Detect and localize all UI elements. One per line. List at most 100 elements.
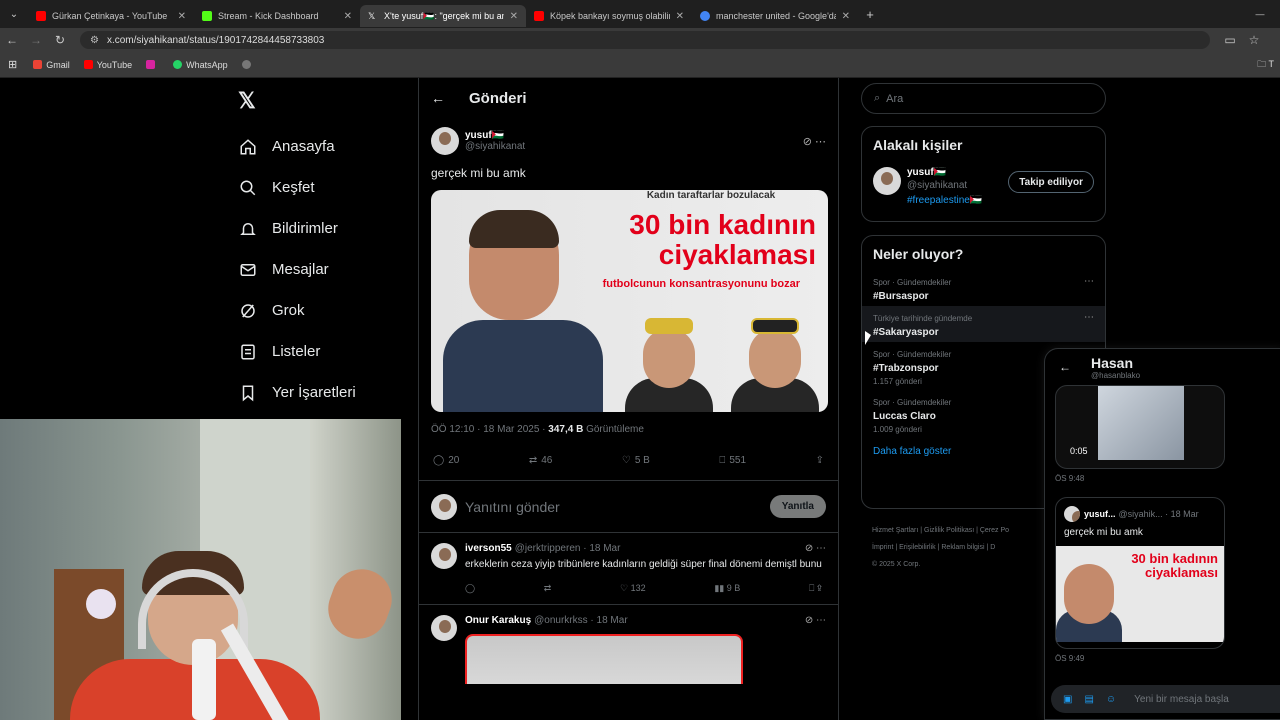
avatar — [1064, 506, 1080, 522]
reload-icon[interactable]: ↻ — [48, 33, 72, 47]
trend-name: #Sakaryaspor — [873, 327, 939, 338]
share-action[interactable]: ⇪ — [816, 455, 824, 480]
following-button[interactable]: Takip ediliyor — [1008, 171, 1094, 193]
gif-icon[interactable]: ▤ — [1084, 694, 1093, 705]
new-tab-button[interactable]: + — [858, 7, 882, 22]
user-handle[interactable]: @onurkrkss · 18 Mar — [534, 615, 628, 626]
dm-video-message[interactable]: 0:05 — [1055, 385, 1225, 469]
more-icon[interactable]: ⋯ — [1084, 312, 1094, 323]
browser-tab[interactable]: Köpek bankayı soymuş olabilir ✕ — [526, 5, 692, 27]
browser-tab-active[interactable]: 𝕏 X'te yusuf🇵🇸: "gerçek mi bu amk ✕ — [360, 5, 526, 27]
post-image[interactable]: Kadın taraftarlar bozulacak 30 bin kadın… — [431, 190, 828, 412]
forward-arrow-icon[interactable]: → — [24, 33, 48, 47]
grok-and-more-icons[interactable]: ⊘ ⋯ — [803, 135, 826, 148]
back-arrow-icon[interactable]: ← — [431, 90, 445, 106]
bookmark-action[interactable]: ⎕ 551 — [719, 455, 746, 480]
apps-grid-icon[interactable]: ⊞ — [8, 58, 17, 71]
emoji-icon[interactable]: ☺ — [1106, 694, 1116, 705]
nav-item-lists[interactable]: Listeler — [238, 331, 356, 372]
reply-action[interactable]: ◯ 20 — [433, 455, 459, 480]
image-icon[interactable]: ▣ — [1063, 694, 1072, 705]
dm-message-input[interactable]: Yeni bir mesaja başla — [1134, 694, 1229, 705]
grok-and-more-icons[interactable]: ⊘ ⋯ — [805, 615, 826, 626]
reply-button[interactable]: Yanıtla — [769, 495, 826, 518]
url-field[interactable]: ⚙ x.com/siyahikanat/status/19017428444587… — [80, 31, 1210, 49]
youtube-favicon-icon — [534, 11, 544, 21]
user-handle[interactable]: @siyahikanat — [465, 141, 525, 152]
tab-title: Gürkan Çetinkaya - YouTube — [52, 11, 168, 21]
reply-text: erkeklerin ceza yiyip tribünlere kadınla… — [465, 559, 822, 570]
video-duration: 0:05 — [1070, 446, 1088, 456]
tab-search-icon[interactable]: ⌄ — [0, 9, 28, 20]
nav-label: Grok — [272, 302, 305, 319]
close-tab-icon[interactable]: ✕ — [344, 11, 352, 22]
bookmark-youtube[interactable]: YouTube — [83, 60, 132, 70]
bookmark-star-icon[interactable]: ☆ — [1242, 33, 1266, 47]
user-bio-hashtag[interactable]: #freepalestine🇵🇸 — [907, 195, 982, 206]
related-user[interactable]: yusuf🇵🇸 @siyahikanat #freepalestine🇵🇸 Ta… — [862, 153, 1105, 214]
nav-label: Keşfet — [272, 179, 315, 196]
reply-post[interactable]: iverson55 @jerktripperen · 18 Mar ⊘ ⋯ erke… — [419, 533, 838, 605]
more-icon[interactable]: ⋯ — [1084, 276, 1094, 287]
back-arrow-icon[interactable]: ← — [1059, 360, 1071, 374]
tab-title: X'te yusuf🇵🇸: "gerçek mi bu amk — [384, 10, 504, 21]
close-tab-icon[interactable]: ✕ — [510, 11, 518, 22]
search-input[interactable]: ⌕ Ara — [861, 83, 1106, 114]
grok-and-more-icons[interactable]: ⊘ ⋯ — [805, 543, 826, 554]
views-action[interactable]: ▮▮ 9 B — [714, 583, 740, 594]
nav-item-home[interactable]: Anasayfa — [238, 126, 356, 167]
user-handle: @siyahik... · 18 Mar — [1118, 509, 1199, 519]
avatar[interactable] — [873, 167, 901, 195]
back-arrow-icon[interactable]: ← — [0, 33, 24, 47]
trend-item[interactable]: Türkiye tarihinde gündemde #Sakaryaspor … — [862, 306, 1105, 342]
bookmark-label: Gmail — [46, 59, 70, 70]
footer-line[interactable]: Hizmet Şartları | Gizlilik Politikası | … — [872, 522, 1047, 539]
nav-item-messages[interactable]: Mesajlar — [238, 249, 356, 290]
reply-media[interactable] — [465, 634, 743, 684]
like-action[interactable]: ♡ 132 — [620, 583, 646, 594]
close-tab-icon[interactable]: ✕ — [842, 11, 850, 22]
reply-input[interactable]: Yanıtını gönder — [465, 499, 770, 515]
cast-icon[interactable]: ▭ — [1218, 33, 1242, 47]
browser-tab[interactable]: manchester united - Google'da ✕ — [692, 5, 858, 27]
nav-item-grok[interactable]: Grok — [238, 290, 356, 331]
post-text: gerçek mi bu amk — [431, 166, 526, 180]
bookmark-globe[interactable] — [241, 60, 255, 69]
x-logo-icon[interactable]: 𝕏 — [238, 88, 256, 114]
dm-shared-post[interactable]: yusuf... @siyahik... · 18 Mar gerçek mi b… — [1055, 497, 1225, 649]
display-name[interactable]: yusuf🇵🇸 — [465, 130, 525, 141]
dm-contact-name[interactable]: Hasan — [1091, 355, 1140, 371]
browser-tab[interactable]: Gürkan Çetinkaya - YouTube ✕ — [28, 5, 194, 27]
bookmark-and-share-icons[interactable]: ⎕ ⇪ — [809, 583, 822, 594]
repost-action[interactable]: ⇄ 46 — [529, 455, 553, 480]
avatar[interactable] — [431, 615, 457, 641]
display-name[interactable]: Onur Karakuş — [465, 615, 531, 626]
avatar[interactable] — [431, 127, 459, 155]
bookmark-instagram[interactable] — [146, 60, 159, 69]
reply-post[interactable]: Onur Karakuş @onurkrkss · 18 Mar ⊘ ⋯ — [419, 605, 838, 694]
bookmark-gmail[interactable]: Gmail — [33, 60, 70, 70]
footer-line[interactable]: İmprint | Erişilebilirlik | Reklam bilgi… — [872, 539, 1047, 556]
like-action[interactable]: ♡ 5 B — [622, 455, 650, 480]
bookmark-icon — [238, 383, 258, 403]
browser-tab[interactable]: Stream - Kick Dashboard ✕ — [194, 5, 360, 27]
image-top-band-text: Kadın taraftarlar bozulacak — [646, 190, 776, 201]
repost-icon[interactable]: ⇄ — [544, 583, 552, 594]
dm-header: ← Hasan @hasanblako — [1045, 349, 1280, 385]
nav-item-bookmarks[interactable]: Yer İşaretleri — [238, 372, 356, 413]
avatar[interactable] — [431, 543, 457, 569]
nav-item-notifications[interactable]: Bildirimler — [238, 208, 356, 249]
display-name[interactable]: iverson55 — [465, 543, 512, 554]
kick-favicon-icon — [202, 11, 212, 21]
trend-item[interactable]: Spor · Gündemdekiler #Bursaspor ⋯ — [862, 270, 1105, 306]
site-info-icon[interactable]: ⚙ — [90, 35, 99, 46]
user-handle[interactable]: @jerktripperen · 18 Mar — [515, 543, 621, 554]
close-tab-icon[interactable]: ✕ — [676, 11, 684, 22]
nav-item-explore[interactable]: Keşfet — [238, 167, 356, 208]
other-bookmarks[interactable]: 🗀 T — [1257, 57, 1274, 73]
close-tab-icon[interactable]: ✕ — [178, 11, 186, 22]
reply-icon[interactable]: ◯ — [465, 583, 475, 594]
minimize-icon[interactable]: — — [1240, 9, 1280, 19]
shared-headline-line1: 30 bin kadının — [1131, 551, 1218, 566]
bookmark-whatsapp[interactable]: WhatsApp — [173, 60, 228, 70]
